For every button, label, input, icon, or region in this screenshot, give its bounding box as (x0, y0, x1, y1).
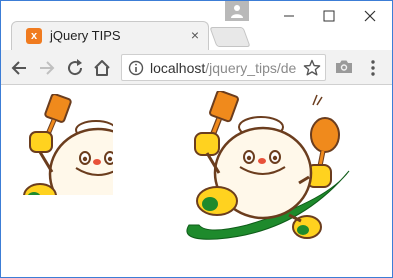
tab-jquery-tips[interactable]: x jQuery TIPS × (11, 21, 209, 50)
browser-window: x jQuery TIPS × localhost/jquery_tips/de (0, 0, 393, 278)
title-bar: x jQuery TIPS × (1, 1, 392, 50)
reload-icon[interactable] (65, 58, 85, 78)
camera-icon[interactable] (334, 57, 354, 77)
url-text[interactable]: localhost/jquery_tips/de (150, 60, 300, 76)
page-content (1, 86, 392, 277)
menu-kebab-icon[interactable] (367, 58, 379, 78)
maximize-icon[interactable] (311, 1, 347, 31)
tab-close-icon[interactable]: × (187, 27, 203, 43)
forward-arrow-icon[interactable] (37, 58, 57, 78)
address-bar[interactable]: localhost/jquery_tips/de (121, 54, 326, 81)
url-host: localhost (150, 60, 206, 76)
tab-title: jQuery TIPS (50, 28, 121, 43)
profile-button[interactable] (225, 1, 249, 21)
mascot-drawing (23, 94, 113, 195)
new-tab-button[interactable] (209, 27, 251, 47)
bookmark-star-icon[interactable] (303, 59, 321, 77)
home-icon[interactable] (92, 58, 112, 78)
info-icon[interactable] (128, 60, 144, 76)
full-mascot-image (186, 91, 350, 240)
cropped-mascot-image (16, 94, 113, 195)
person-icon (231, 5, 243, 18)
xampp-favicon-icon: x (26, 28, 42, 44)
back-arrow-icon[interactable] (9, 58, 29, 78)
close-window-icon[interactable] (348, 1, 392, 31)
minimize-icon[interactable] (267, 1, 311, 31)
browser-toolbar: localhost/jquery_tips/de (1, 50, 392, 85)
url-path: /jquery_tips/de (205, 60, 297, 76)
